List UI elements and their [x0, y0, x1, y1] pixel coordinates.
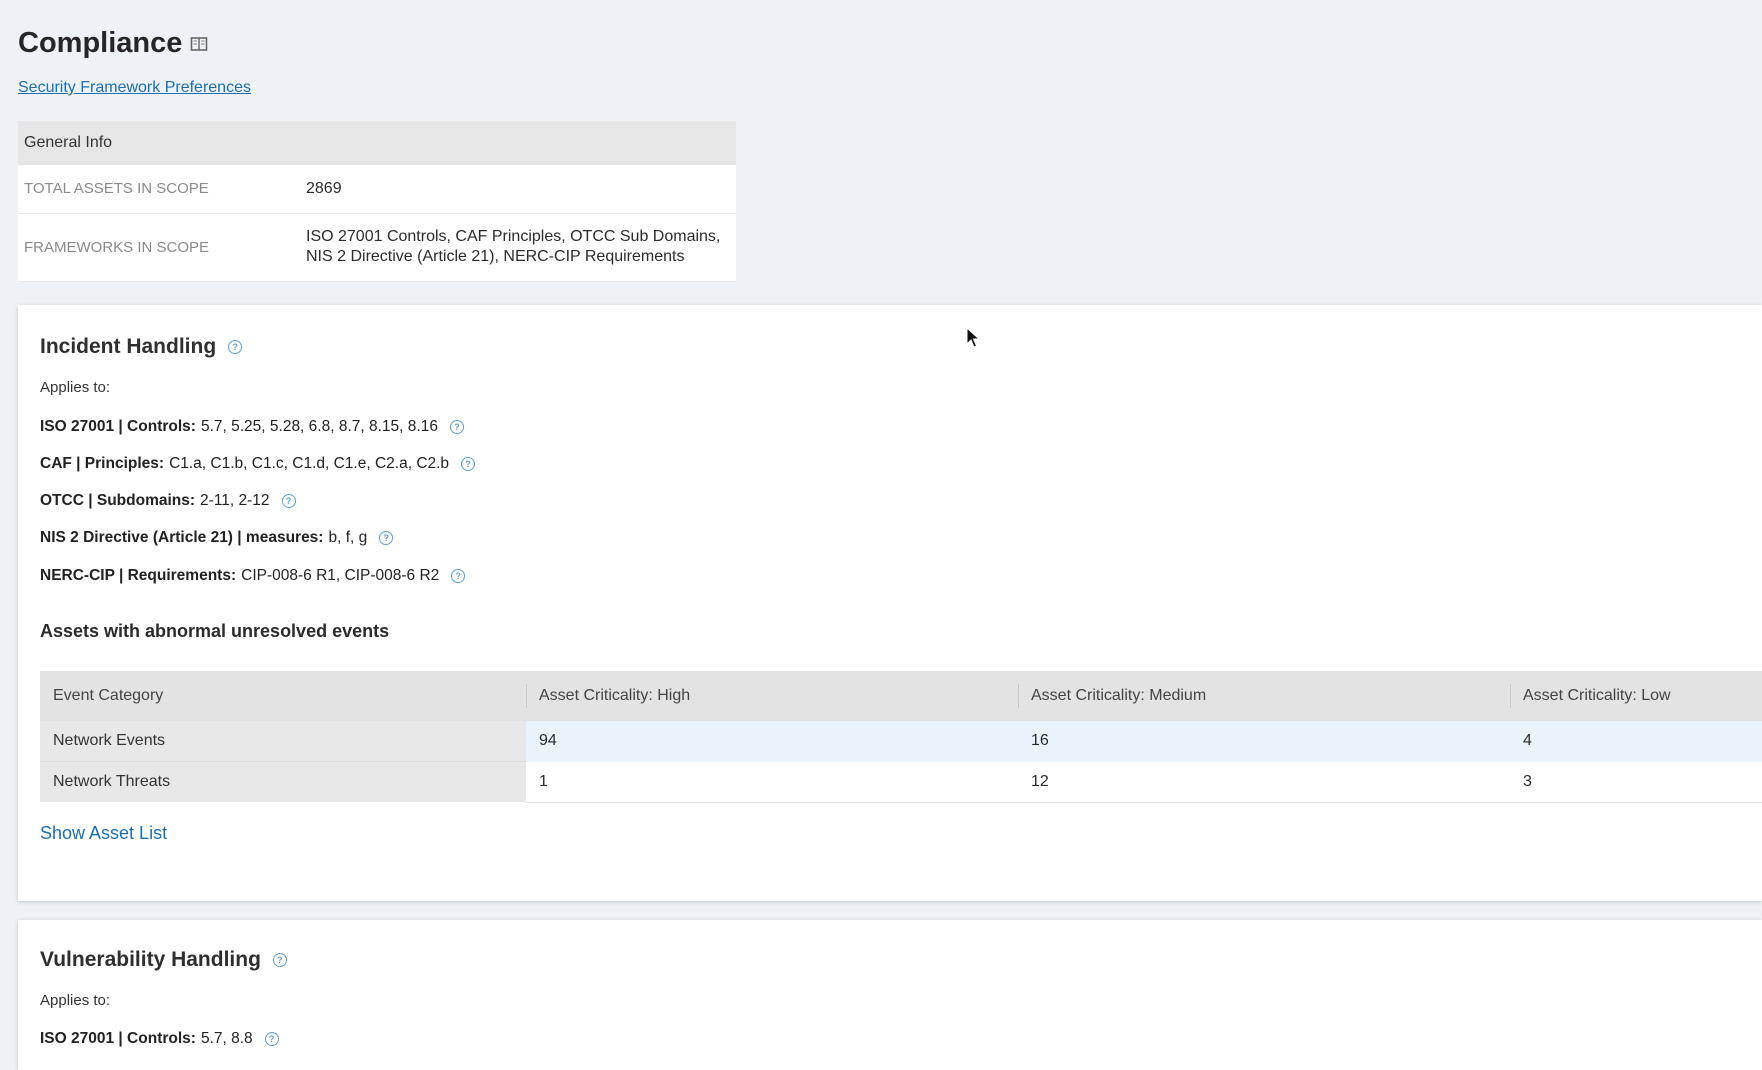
show-asset-list-link[interactable]: Show Asset List — [40, 823, 167, 844]
framework-value: CIP-008-6 R1, CIP-008-6 R2 — [241, 567, 440, 584]
abnormal-events-table: Event Category Asset Criticality: High A… — [40, 671, 1762, 803]
framework-label: OTCC | Subdomains: — [40, 492, 196, 509]
framework-label: ISO 27001 | Controls: — [40, 1030, 196, 1047]
vulnerability-handling-title: Vulnerability Handling ? — [40, 948, 287, 972]
column-header-criticality-high[interactable]: Asset Criticality: High — [526, 671, 1018, 721]
framework-line-otcc: OTCC | Subdomains: 2-11, 2-12 ? — [40, 492, 296, 510]
table-row: FRAMEWORKS IN SCOPE ISO 27001 Controls, … — [18, 213, 736, 282]
criticality-medium-cell[interactable]: 12 — [1018, 761, 1510, 803]
general-info-header: General Info — [18, 121, 736, 165]
framework-label: CAF | Principles: — [40, 455, 165, 472]
incident-handling-title: Incident Handling ? — [40, 335, 243, 359]
table-row: TOTAL ASSETS IN SCOPE 2869 — [18, 165, 736, 214]
frameworks-in-scope-line-1: ISO 27001 Controls, CAF Principles, OTCC… — [306, 228, 721, 245]
total-assets-label: TOTAL ASSETS IN SCOPE — [18, 165, 300, 214]
framework-value: C1.a, C1.b, C1.c, C1.d, C1.e, C2.a, C2.b — [169, 455, 450, 472]
table-row: Network Events 94 16 4 — [40, 721, 1762, 762]
framework-line-caf: CAF | Principles: C1.a, C1.b, C1.c, C1.d… — [40, 455, 476, 473]
criticality-medium-cell[interactable]: 16 — [1018, 721, 1510, 762]
frameworks-in-scope-value: ISO 27001 Controls, CAF Principles, OTCC… — [300, 213, 736, 282]
criticality-low-cell[interactable]: 4 — [1510, 721, 1762, 762]
event-category-cell: Network Threats — [40, 761, 526, 802]
help-icon[interactable]: ? — [228, 340, 243, 354]
framework-line-iso27001: ISO 27001 | Controls: 5.7, 5.25, 5.28, 6… — [40, 418, 464, 436]
table-row: Network Threats 1 12 3 — [40, 761, 1762, 803]
events-table-header-row: Event Category Asset Criticality: High A… — [40, 671, 1762, 721]
applies-to-label: Applies to: — [40, 379, 111, 396]
column-header-event-category[interactable]: Event Category — [40, 671, 526, 721]
framework-value: 2-11, 2-12 — [200, 492, 270, 509]
help-icon[interactable]: ? — [449, 420, 464, 434]
frameworks-in-scope-label: FRAMEWORKS IN SCOPE — [18, 213, 300, 282]
total-assets-value: 2869 — [300, 165, 736, 214]
general-info-header-row: General Info — [18, 121, 736, 165]
general-info-table: General Info TOTAL ASSETS IN SCOPE 2869 … — [18, 121, 736, 282]
criticality-high-cell[interactable]: 1 — [526, 761, 1018, 803]
framework-value: 5.7, 8.8 — [200, 1030, 253, 1047]
help-icon[interactable]: ? — [379, 531, 394, 545]
event-category-cell: Network Events — [40, 721, 526, 762]
security-framework-preferences-link[interactable]: Security Framework Preferences — [18, 79, 251, 97]
help-icon[interactable]: ? — [281, 494, 296, 508]
criticality-high-cell[interactable]: 94 — [526, 721, 1018, 762]
incident-handling-title-text: Incident Handling — [40, 335, 217, 358]
framework-label: NERC-CIP | Requirements: — [40, 567, 237, 584]
framework-line-nerc-cip: NERC-CIP | Requirements: CIP-008-6 R1, C… — [40, 567, 466, 585]
framework-label: NIS 2 Directive (Article 21) | measures: — [40, 529, 324, 546]
framework-value: 5.7, 5.25, 5.28, 6.8, 8.7, 8.15, 8.16 — [200, 418, 438, 435]
framework-value: b, f, g — [328, 529, 368, 546]
assets-abnormal-events-heading: Assets with abnormal unresolved events — [40, 621, 390, 641]
criticality-low-cell[interactable]: 3 — [1510, 761, 1762, 803]
applies-to-label: Applies to: — [40, 992, 111, 1009]
vulnerability-handling-title-text: Vulnerability Handling — [40, 948, 261, 971]
frameworks-in-scope-line-2: NIS 2 Directive (Article 21), NERC-CIP R… — [306, 248, 685, 265]
framework-line-nis2: NIS 2 Directive (Article 21) | measures:… — [40, 529, 394, 547]
framework-line-iso27001: ISO 27001 | Controls: 5.7, 8.8 ? — [40, 1030, 279, 1048]
column-header-criticality-low[interactable]: Asset Criticality: Low — [1510, 671, 1762, 721]
incident-handling-card: Incident Handling ? Applies to: ISO 2700… — [18, 305, 1762, 901]
vulnerability-handling-card: Vulnerability Handling ? Applies to: ISO… — [18, 920, 1762, 1070]
help-icon[interactable]: ? — [451, 569, 466, 583]
help-icon[interactable]: ? — [272, 953, 287, 967]
page-title-text: Compliance — [18, 27, 183, 59]
mouse-cursor-icon — [966, 327, 980, 348]
help-icon[interactable]: ? — [461, 457, 476, 471]
framework-label: ISO 27001 | Controls: — [40, 418, 196, 435]
help-icon[interactable]: ? — [264, 1032, 279, 1046]
column-header-criticality-medium[interactable]: Asset Criticality: Medium — [1018, 671, 1510, 721]
book-icon[interactable] — [190, 36, 208, 52]
page-title: Compliance — [18, 27, 208, 60]
